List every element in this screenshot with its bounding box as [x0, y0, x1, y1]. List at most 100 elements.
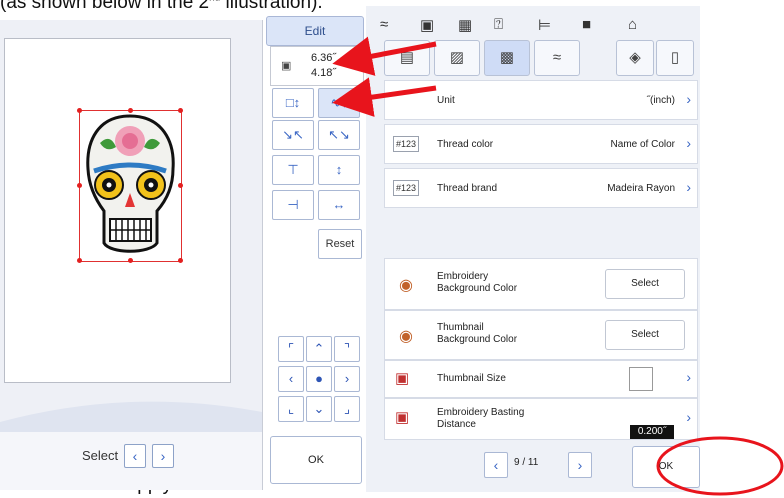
move-down-left-button[interactable]: ⌞: [278, 396, 304, 422]
enlarge-button[interactable]: ↖↘: [318, 120, 360, 150]
settings-ok-button[interactable]: OK: [632, 446, 700, 488]
increase-width-button[interactable]: ↔: [318, 190, 360, 220]
setting-row-unit[interactable]: Unit ˝(inch) ›: [384, 80, 698, 120]
resize-handle-bottom-right[interactable]: [178, 258, 183, 263]
resize-handle-top-left[interactable]: [77, 108, 82, 113]
lock-icon: ■: [582, 16, 592, 33]
chevron-up-icon: ⌃: [313, 341, 325, 356]
resize-handle-left[interactable]: [77, 183, 82, 188]
resize-stitch-button[interactable]: ∿↕: [318, 88, 360, 118]
move-up-right-button[interactable]: ⌝: [334, 336, 360, 362]
chevron-left-icon: ‹: [288, 371, 294, 386]
setting-row-thread-color[interactable]: #123 Thread color Name of Color ›: [384, 124, 698, 164]
palette-icon: ◉: [399, 277, 413, 294]
sewing-machine-icon: ▨: [449, 49, 465, 66]
tab-sewing-settings[interactable]: ▨: [434, 40, 480, 76]
chevron-right-icon: ›: [344, 371, 350, 386]
thumbnail-icon: ▣: [395, 370, 410, 387]
center-button[interactable]: ●: [306, 366, 332, 392]
camera-icon: ▣: [420, 17, 435, 34]
caption-top-text: (as shown below in the 2: [0, 0, 210, 13]
basting-icon: ▣: [395, 409, 410, 426]
shrink-button[interactable]: ↘↖: [272, 120, 314, 150]
embroidery-icon: ▦: [458, 17, 473, 34]
selected-design[interactable]: [77, 108, 183, 263]
move-up-left-button[interactable]: ⌜: [278, 336, 304, 362]
stretch-frame-button[interactable]: □↕: [272, 88, 314, 118]
select-label: Select: [82, 448, 119, 463]
help-icon: ⍰: [494, 16, 504, 33]
status-bar: ≈ ▣ ▦ ⍰ ⊨ ■ ⌂: [366, 6, 700, 36]
page-next-button[interactable]: ›: [568, 452, 592, 478]
select-prev-button[interactable]: ‹: [124, 444, 146, 468]
move-down-right-button[interactable]: ⌟: [334, 396, 360, 422]
decorative-wave: [0, 401, 262, 432]
corner-up-right-icon: ⌝: [343, 341, 351, 356]
tab-info[interactable]: ▯: [656, 40, 694, 76]
setting-label: Embroidery Background Color: [437, 271, 518, 294]
setting-row-thumbnail-size[interactable]: ▣ Thumbnail Size ›: [384, 360, 698, 398]
frame-resize-icon: □↕: [285, 95, 301, 110]
setting-label: Thread brand: [437, 183, 498, 194]
basting-distance-value: 0.200˝: [630, 425, 674, 439]
tab-wireless-settings[interactable]: ≈: [534, 40, 580, 76]
embroidery-background-select-button[interactable]: Select: [605, 269, 685, 299]
setting-row-thumbnail-background: ◉ Thumbnail Background Color Select: [384, 310, 698, 360]
edit-tab[interactable]: Edit: [266, 16, 364, 46]
corner-up-left-icon: ⌜: [287, 341, 295, 356]
move-up-button[interactable]: ⌃: [306, 336, 332, 362]
setting-row-thread-brand[interactable]: #123 Thread brand Madeira Rayon ›: [384, 168, 698, 208]
center-dot-icon: ●: [315, 371, 323, 386]
resize-handle-top[interactable]: [128, 108, 133, 113]
increase-width-icon: ↔: [332, 197, 346, 212]
setting-label: Embroidery Basting Distance: [437, 407, 525, 430]
resize-handle-top-right[interactable]: [178, 108, 183, 113]
setting-label: Unit: [437, 95, 455, 106]
resize-handle-bottom-left[interactable]: [77, 258, 82, 263]
book-icon: ▤: [399, 49, 415, 66]
increase-height-icon: ↕: [335, 162, 343, 177]
caption-top: (as shown below in the 2nd illustration)…: [0, 0, 323, 14]
thread-number-icon: #123: [393, 136, 419, 152]
edit-ok-button[interactable]: OK: [270, 436, 362, 484]
chevron-right-icon: ›: [686, 369, 691, 385]
caption-top-tail: illustration).: [225, 0, 323, 13]
diamond-icon: ◈: [629, 49, 641, 66]
move-left-button[interactable]: ‹: [278, 366, 304, 392]
embroidery-frame-icon: ▩: [499, 49, 515, 66]
wifi-icon: ≈: [380, 16, 389, 33]
tab-machine-settings[interactable]: ▤: [384, 40, 430, 76]
corner-down-right-icon: ⌟: [343, 401, 351, 416]
chevron-down-icon: ⌄: [313, 401, 325, 416]
narrow-width-button[interactable]: ⊣: [272, 190, 314, 220]
page-indicator: 9 / 11: [514, 457, 539, 468]
reset-button[interactable]: Reset: [318, 229, 362, 259]
select-next-button[interactable]: ›: [152, 444, 174, 468]
setting-value: Name of Color: [610, 139, 675, 150]
size-icon: ▣: [281, 60, 292, 72]
thumbnail-background-select-button[interactable]: Select: [605, 320, 685, 350]
thumbnail-size-preview: [629, 367, 653, 391]
resize-handle-right[interactable]: [178, 183, 183, 188]
chevron-right-icon: ›: [686, 179, 691, 195]
thread-brand-icon: #123: [393, 180, 419, 196]
narrow-height-icon: ⊤: [287, 162, 299, 177]
tab-pattern-settings[interactable]: ◈: [616, 40, 654, 76]
setting-label: Thumbnail Background Color: [437, 322, 518, 345]
enlarge-icon: ↖↘: [328, 127, 350, 142]
move-down-button[interactable]: ⌄: [306, 396, 332, 422]
page-prev-button[interactable]: ‹: [484, 452, 508, 478]
tab-embroidery-settings[interactable]: ▩: [484, 40, 530, 76]
design-height: 4.18˝: [311, 67, 337, 79]
shrink-icon: ↘↖: [282, 127, 304, 142]
skull-embroidery-image: [86, 114, 175, 253]
move-right-button[interactable]: ›: [334, 366, 360, 392]
resize-handle-bottom[interactable]: [128, 258, 133, 263]
home-icon: ⌂: [628, 16, 638, 33]
wireless-icon: ≈: [552, 49, 562, 66]
increase-height-button[interactable]: ↕: [318, 155, 360, 185]
presser-foot-icon: ⊨: [538, 17, 552, 34]
setting-value: Madeira Rayon: [607, 183, 675, 194]
narrow-height-button[interactable]: ⊤: [272, 155, 314, 185]
setting-row-embroidery-background: ◉ Embroidery Background Color Select: [384, 258, 698, 310]
